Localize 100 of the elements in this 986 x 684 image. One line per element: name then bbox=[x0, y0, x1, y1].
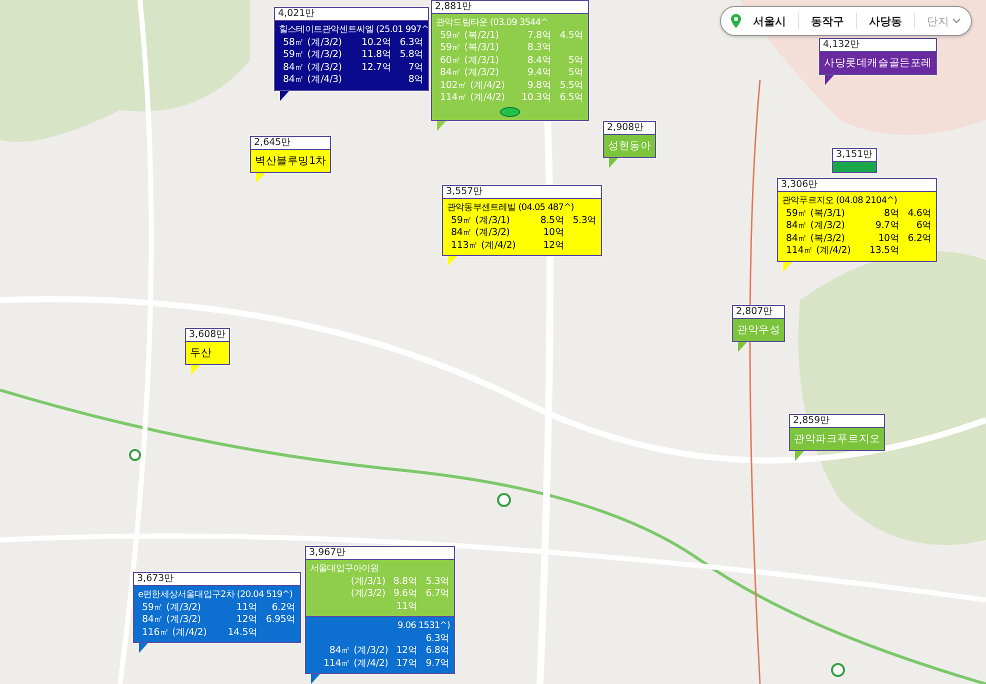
lease-price: 6.3억 bbox=[426, 632, 450, 645]
pointer-tail bbox=[795, 451, 804, 461]
sale-price: 8.8억 bbox=[393, 576, 418, 588]
sale-price: 14.5억 bbox=[228, 626, 258, 639]
card-title: 9.06 1531^) bbox=[398, 620, 450, 632]
card-title: e편한세상서울대입구2차 (20.04 519^) bbox=[138, 589, 292, 602]
sale-price: 9.8억 bbox=[526, 80, 552, 92]
price-label: 3,967만 bbox=[305, 546, 455, 559]
card-title: 관악드림타운 (03.09 3544^ bbox=[436, 17, 548, 30]
area-cell-text: 84㎡ (계/3/2) bbox=[440, 67, 500, 80]
area-cell-text: 84㎡ (계/4/3) bbox=[283, 74, 343, 86]
sale-price: 11억 bbox=[235, 602, 258, 614]
lease-price: 8억 bbox=[407, 74, 424, 86]
price-label: 2,807만 bbox=[732, 305, 786, 318]
price-label: 4,132만 bbox=[819, 38, 938, 51]
lease-price: 6.3억 bbox=[400, 36, 424, 49]
area-cell-text: 102㎡ (계/4/2) bbox=[440, 80, 506, 92]
price-label: 2,645만 bbox=[250, 136, 332, 149]
card-title: 관악푸르지오 (04.08 2104^) bbox=[782, 195, 897, 208]
pointer-tail bbox=[311, 674, 320, 684]
sale-price: 10.2억 bbox=[362, 36, 392, 49]
location-item[interactable]: 서울시 bbox=[753, 14, 786, 28]
apartment-card[interactable]: e편한세상서울대입구2차 (20.04 519^) 59㎡ (계/3/2) 11억 6.2억 84㎡ (계/3/2) 12억 6.95억 116㎡ (계/4/2) 14.5억 bbox=[133, 585, 301, 643]
sale-price: 13.5억 bbox=[870, 245, 900, 258]
area-cell-text: 59㎡ (복/3/1) bbox=[786, 208, 846, 220]
sale-price: 8억 bbox=[883, 208, 900, 220]
area-cell-text: 113㎡ (계/4/2) bbox=[451, 240, 517, 252]
sale-price: 8.3억 bbox=[526, 42, 552, 54]
area-cell-text: 58㎡ (계/3/2) bbox=[283, 36, 343, 49]
card-title: 관악동부센트레빌 (04.05 487^) bbox=[447, 202, 574, 214]
sale-price: 17억 bbox=[396, 658, 418, 670]
lease-price: 7억 bbox=[407, 62, 424, 74]
apartment-card[interactable]: 벽산블루밍1차 bbox=[250, 149, 332, 173]
lease-price: 6.2억 bbox=[908, 232, 932, 245]
location-item[interactable]: 동작구 bbox=[811, 14, 844, 28]
chevron-down-icon bbox=[952, 18, 961, 24]
sale-price: 8.5억 bbox=[540, 214, 565, 227]
area-cell-text: 84㎡ (복/3/2) bbox=[786, 232, 846, 245]
apartment-name: 성현동아 bbox=[608, 139, 652, 154]
area-cell-text: 59㎡ (계/3/2) bbox=[283, 49, 343, 62]
pointer-tail bbox=[191, 365, 200, 375]
sale-price: 8.4억 bbox=[526, 54, 552, 67]
apartment-card[interactable]: 관악동부센트레빌 (04.05 487^) 59㎡ (계/3/1) 8.5억 5.3억 84㎡ (계/3/2) 10억 113㎡ (계/4/2) 12억 bbox=[442, 198, 602, 256]
apartment-card[interactable]: 두산 bbox=[185, 341, 230, 365]
apartment-name: 벽산블루밍1차 bbox=[255, 154, 326, 169]
lease-price: 4.6억 bbox=[908, 208, 932, 220]
area-cell-text: 84㎡ (계/3/2) bbox=[283, 62, 343, 74]
apartment-card[interactable]: 관악푸르지오 (04.08 2104^) 59㎡ (복/3/1) 8억 4.6억 84㎡ (계/3/2) 9.7억 6억 84㎡ (복/3/2) 10억 6.2억 114㎡ (계/4/2) 13.5억 bbox=[777, 191, 937, 262]
area-cell-text: 59㎡ (계/3/2) bbox=[142, 602, 202, 614]
area-cell-text: 84㎡ (계/3/2) bbox=[328, 645, 388, 658]
apartment-card[interactable]: 9.06 1531^) 6.3억 84㎡ (계/3/2) 12억 6.8억 114㎡ (계/4/2) 17억 9.7억 bbox=[305, 616, 455, 674]
price-label: 3,151만 bbox=[832, 148, 877, 161]
pointer-tail bbox=[825, 75, 834, 85]
area-cell-text: 84㎡ (계/3/2) bbox=[786, 220, 846, 232]
apartment-name: 관악우성 bbox=[737, 323, 780, 338]
sale-price: 12억 bbox=[235, 614, 258, 626]
sale-price: 9.4억 bbox=[526, 67, 552, 80]
lease-price: 6억 bbox=[915, 220, 932, 232]
lease-price: 6.5억 bbox=[560, 92, 584, 104]
pointer-tail bbox=[448, 256, 457, 266]
apartment-card[interactable]: 사당롯데캐슬골든포레 bbox=[819, 51, 938, 75]
lease-price: 9.7억 bbox=[426, 658, 450, 670]
price-label: 4,021만 bbox=[274, 7, 429, 20]
price-label: 2,859만 bbox=[789, 414, 886, 427]
sale-price: 12.7억 bbox=[362, 62, 392, 74]
pointer-tail bbox=[738, 342, 747, 352]
card-title: 서울대입구아이원 bbox=[310, 563, 379, 576]
pin-icon bbox=[731, 14, 741, 28]
lease-price: 6.8억 bbox=[426, 645, 450, 658]
pointer-tail bbox=[280, 90, 289, 100]
apartment-name: 두산 bbox=[190, 346, 212, 361]
lease-price: 5억 bbox=[567, 67, 584, 80]
pointer-tail bbox=[139, 643, 148, 653]
location-item[interactable]: 사당동 bbox=[869, 14, 902, 28]
lease-price: 4.5억 bbox=[560, 30, 584, 42]
lease-price: 6.95억 bbox=[266, 614, 296, 626]
lease-price: 5.5억 bbox=[560, 80, 584, 92]
sale-price: 7.8억 bbox=[526, 30, 552, 42]
apartment-name: 사당롯데캐슬골든포레 bbox=[824, 56, 932, 71]
area-cell-text: 59㎡ (계/3/1) bbox=[451, 214, 511, 227]
lease-price: 6.2억 bbox=[270, 602, 296, 614]
sale-price: 11억 bbox=[395, 600, 418, 613]
area-cell-text: 60㎡ (계/3/1) bbox=[440, 54, 500, 67]
area-cell-text: 84㎡ (계/3/2) bbox=[451, 227, 511, 240]
apartment-name: 관악파크푸르지오 bbox=[794, 432, 880, 447]
area-cell-text: 59㎡ (복/2/1) bbox=[440, 30, 500, 42]
sale-price: 12억 bbox=[396, 645, 418, 658]
lease-price: 5.3억 bbox=[426, 576, 450, 588]
apartment-card[interactable]: 힐스테이트관악센트씨엘 (25.01 997^ 58㎡ (계/3/2) 10.2억 6.3억 59㎡ (계/3/2) 11.8억 5.8억 84㎡ (계/3/2) 12.7억 7억 84㎡ (계/4/3) 8억 bbox=[274, 20, 429, 90]
pointer-tail bbox=[437, 120, 446, 130]
lease-price: 5억 bbox=[567, 54, 584, 67]
sale-price: 9.7억 bbox=[874, 220, 900, 232]
lease-price: 5.8억 bbox=[400, 49, 424, 62]
price-label: 3,557만 bbox=[442, 185, 602, 198]
area-cell-text: 116㎡ (계/4/2) bbox=[142, 626, 208, 639]
area-cell-text: 84㎡ (계/3/2) bbox=[142, 614, 202, 626]
area-cell-text: (계/3/1) bbox=[350, 576, 386, 588]
pointer-tail bbox=[256, 173, 265, 183]
pointer-tail bbox=[783, 262, 792, 272]
lease-price: 6.7억 bbox=[426, 588, 450, 600]
